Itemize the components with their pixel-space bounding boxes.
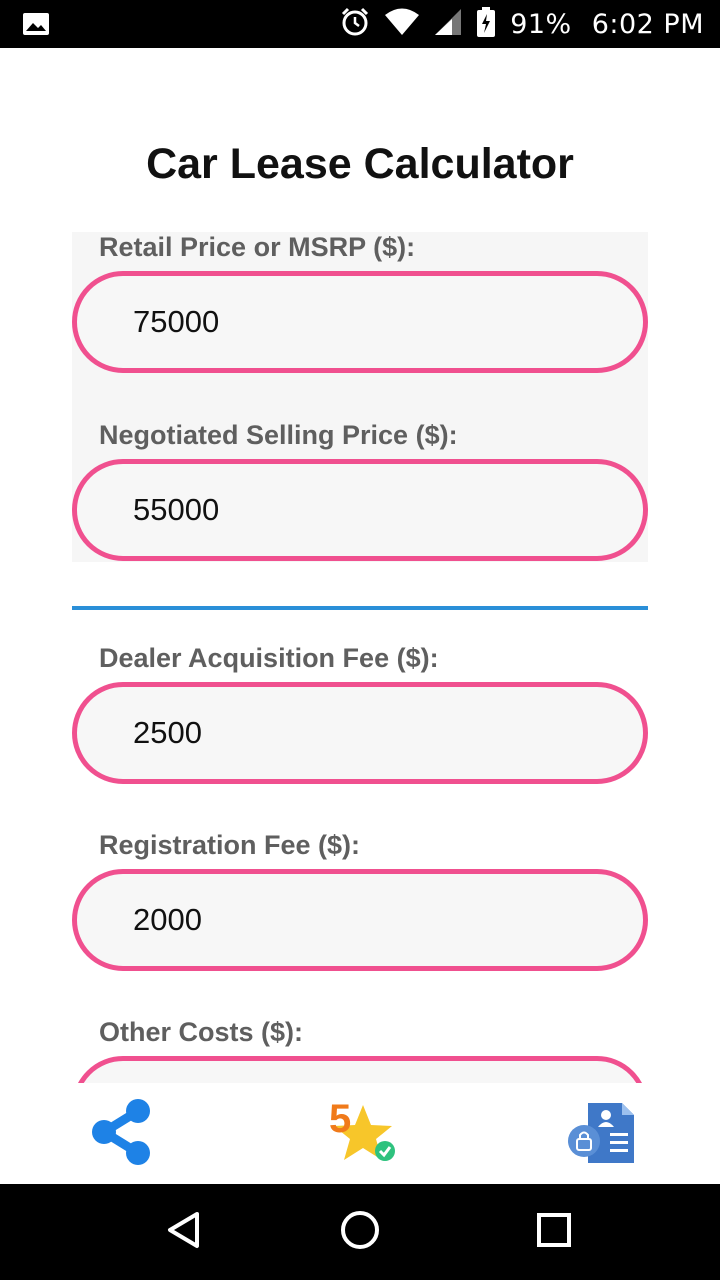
share-icon	[86, 1097, 156, 1172]
wifi-icon	[384, 8, 420, 41]
registration-fee-input[interactable]	[72, 869, 648, 971]
back-icon	[164, 1210, 204, 1255]
rate-badge-number: 5	[329, 1097, 352, 1141]
recents-button[interactable]	[524, 1202, 584, 1262]
acquisition-fee-label: Dealer Acquisition Fee ($):	[99, 643, 439, 673]
other-costs-input[interactable]	[72, 1056, 648, 1083]
back-button[interactable]	[154, 1202, 214, 1262]
retail-price-input[interactable]	[72, 271, 648, 373]
privacy-policy-button[interactable]	[556, 1089, 646, 1179]
recents-icon	[536, 1212, 572, 1253]
selling-price-label: Negotiated Selling Price ($):	[99, 420, 458, 450]
share-button[interactable]	[76, 1089, 166, 1179]
battery-icon	[476, 6, 496, 42]
home-icon	[339, 1209, 381, 1256]
clock-time: 6:02 PM	[591, 8, 704, 40]
image-icon	[22, 12, 50, 41]
privacy-policy-icon	[566, 1097, 636, 1172]
other-costs-label: Other Costs ($):	[99, 1017, 304, 1047]
navigation-bar	[0, 1184, 720, 1280]
section-divider	[72, 606, 648, 610]
signal-icon	[434, 8, 462, 41]
battery-percent: 91%	[510, 8, 572, 40]
rate-star-icon: 5	[321, 1097, 401, 1169]
alarm-icon	[340, 7, 370, 42]
home-button[interactable]	[330, 1202, 390, 1262]
calculator-form: Car Lease Calculator Retail Price or MSR…	[0, 48, 720, 1083]
page-title: Car Lease Calculator	[146, 140, 574, 188]
retail-price-label: Retail Price or MSRP ($):	[99, 232, 416, 262]
status-bar: 91% 6:02 PM	[0, 0, 720, 48]
acquisition-fee-input[interactable]	[72, 682, 648, 784]
rate-app-button[interactable]: 5	[316, 1089, 406, 1179]
selling-price-input[interactable]	[72, 459, 648, 561]
bottom-toolbar: 5	[0, 1083, 720, 1184]
registration-fee-label: Registration Fee ($):	[99, 830, 361, 860]
